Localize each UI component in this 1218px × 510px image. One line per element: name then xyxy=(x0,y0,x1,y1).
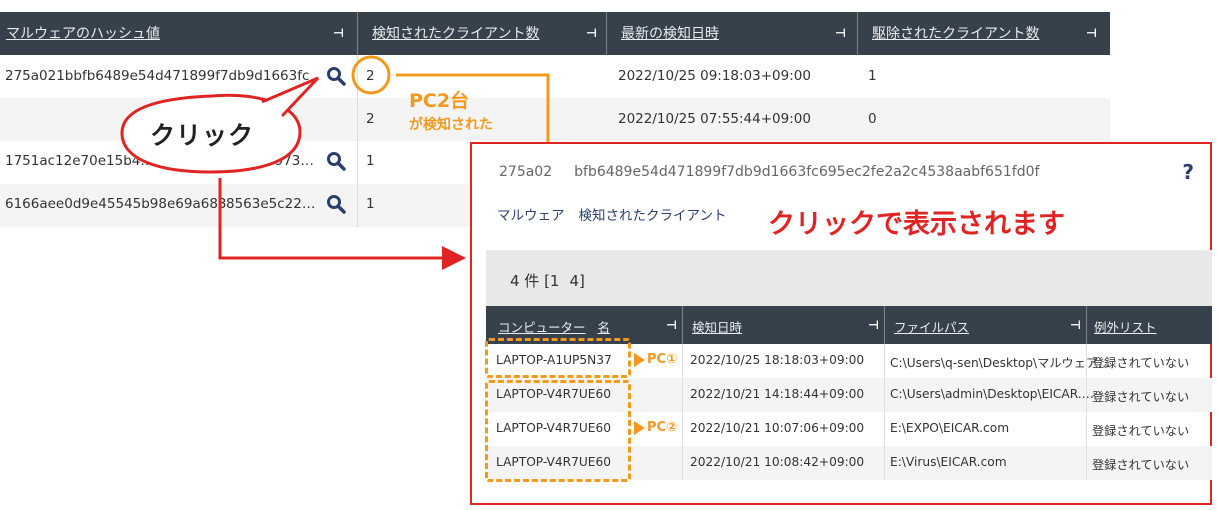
file-path: E:\EXPO\EICAR.com xyxy=(890,421,1010,435)
pointer-triangle-icon xyxy=(634,352,645,367)
red-arrow-line xyxy=(218,178,445,260)
column-date-label[interactable]: 検知日時 xyxy=(692,317,742,336)
cell-divider xyxy=(682,412,683,446)
cell-divider xyxy=(682,378,683,412)
highlight-circle xyxy=(351,55,391,95)
help-icon[interactable]: ? xyxy=(1182,160,1194,184)
detected-date: 2022/10/21 10:08:42+09:00 xyxy=(690,455,865,469)
pc2-tag: PC② xyxy=(634,420,677,435)
pin-icon[interactable]: ⊣ xyxy=(666,318,677,332)
column-computer-label[interactable]: コンピューター名 xyxy=(498,317,610,336)
file-path: C:\Users\q-sen\Desktop\マルウェア… xyxy=(890,356,1111,370)
pointer-triangle-icon xyxy=(634,420,645,435)
column-divider xyxy=(682,306,683,344)
detected-date: 2022/10/25 18:18:03+09:00 xyxy=(690,353,865,367)
pc-count-label: PC2台 xyxy=(409,90,470,112)
cell-divider xyxy=(884,446,885,480)
detected-date: 2022/10/21 14:18:44+09:00 xyxy=(690,387,865,401)
pin-icon[interactable]: ⊣ xyxy=(868,318,879,332)
column-exception-label[interactable]: 例外リスト xyxy=(1094,317,1157,336)
cell-divider xyxy=(884,378,885,412)
popup-subtitle: マルウェア 検知されたクライアント xyxy=(497,204,726,224)
cell-divider xyxy=(1086,446,1087,480)
exception-status: 登録されていない xyxy=(1092,458,1190,472)
exception-status: 登録されていない xyxy=(1092,356,1190,370)
result-count-bar: 4 件 [1 4] xyxy=(486,250,1212,306)
pc1-tag: PC① xyxy=(634,352,677,367)
hash-rest: bfb6489e54d471899f7db9d1663fc695ec2fe2a2… xyxy=(574,164,1040,180)
pc2-highlight-box xyxy=(485,380,631,482)
cell-divider xyxy=(884,344,885,378)
pc1-tag-label: PC① xyxy=(647,352,678,367)
file-path: C:\Users\admin\Desktop\EICAR.… xyxy=(890,387,1094,401)
column-divider xyxy=(884,306,885,344)
computer-label-a: コンピューター xyxy=(498,320,586,335)
cell-divider xyxy=(1086,378,1087,412)
column-path-label[interactable]: ファイルパス xyxy=(894,317,969,336)
detected-date: 2022/10/21 10:07:06+09:00 xyxy=(690,421,865,435)
cell-divider xyxy=(682,344,683,378)
exception-status: 登録されていない xyxy=(1092,390,1190,404)
click-label: クリック xyxy=(150,121,255,150)
count-part-a: 4 件 [1 xyxy=(510,272,560,290)
cell-divider xyxy=(884,412,885,446)
file-path: E:\Virus\EICAR.com xyxy=(890,455,1007,469)
count-part-b: 4] xyxy=(569,272,585,290)
red-arrow-head xyxy=(442,246,466,270)
computer-label-b: 名 xyxy=(597,320,611,335)
result-count: 4 件 [1 4] xyxy=(510,270,585,291)
popup-hash: 275a02 bfb6489e54d471899f7db9d1663fc695ec… xyxy=(499,164,1039,180)
subtitle-part-a: マルウェア xyxy=(497,208,565,224)
pc-count-sub-label: が検知された xyxy=(409,117,493,133)
column-divider xyxy=(1086,306,1087,344)
pc1-highlight-box xyxy=(485,338,631,378)
subtitle-part-b: 検知されたクライアント xyxy=(578,208,727,224)
pc2-tag-label: PC② xyxy=(647,420,678,435)
cell-divider xyxy=(682,446,683,480)
cell-divider xyxy=(1086,344,1087,378)
pin-icon[interactable]: ⊣ xyxy=(1070,318,1081,332)
cell-divider xyxy=(1086,412,1087,446)
exception-status: 登録されていない xyxy=(1092,424,1190,438)
popup-caption: クリックで表示されます xyxy=(768,209,1065,240)
hash-prefix: 275a02 xyxy=(499,164,553,180)
